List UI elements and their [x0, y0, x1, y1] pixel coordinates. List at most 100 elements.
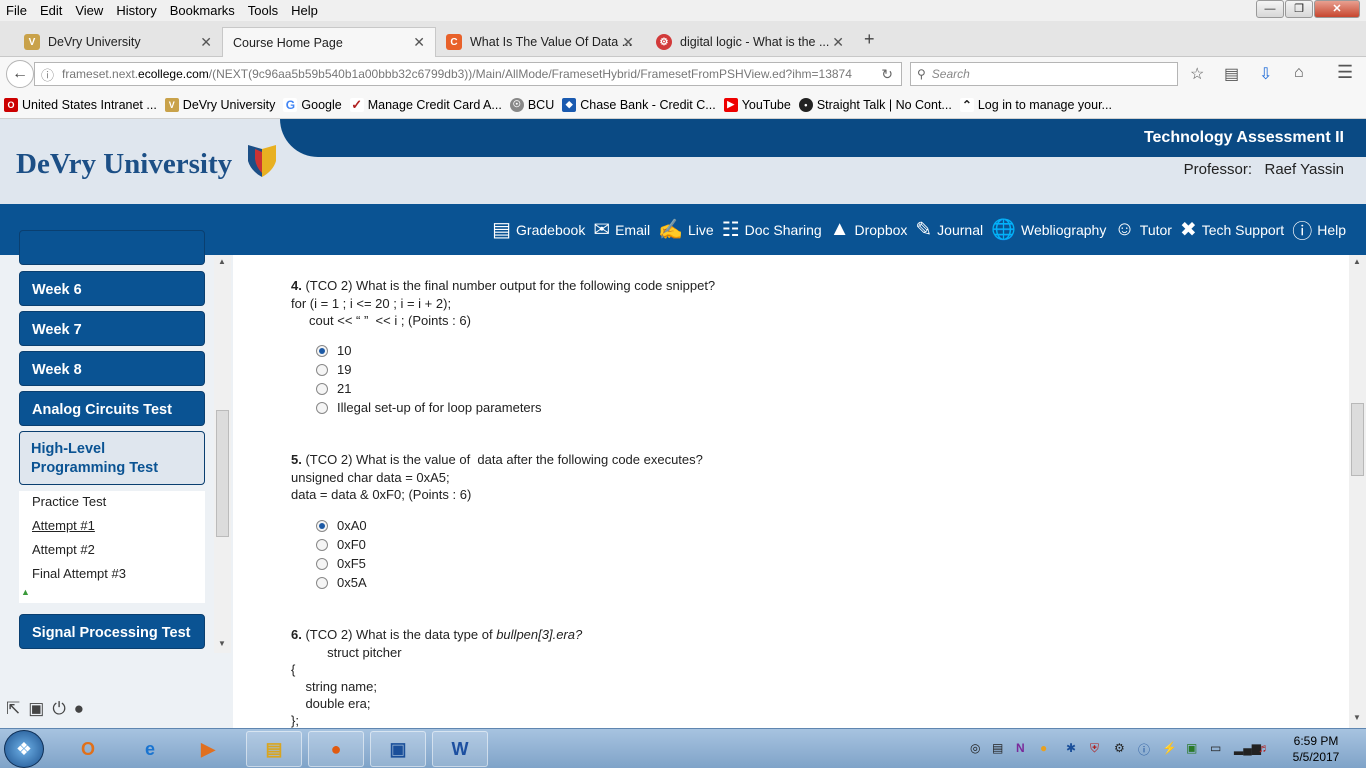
- menu-history[interactable]: History: [116, 3, 156, 18]
- menu-help[interactable]: Help: [291, 3, 318, 18]
- q4-option-1[interactable]: 10: [316, 343, 351, 358]
- radio-button[interactable]: [316, 557, 328, 570]
- expand-icon[interactable]: ⇱: [6, 699, 20, 719]
- bookmark-straight-talk[interactable]: • Straight Talk | No Cont...: [798, 97, 952, 112]
- sublist-final-attempt-3[interactable]: Final Attempt #3: [32, 566, 126, 581]
- tray-info-icon[interactable]: ⓘ: [1138, 741, 1150, 758]
- nav-journal[interactable]: ✎ Journal: [915, 217, 983, 242]
- bookmark-credit-card[interactable]: ✓ Manage Credit Card A...: [349, 97, 502, 112]
- minimize-button[interactable]: —: [1256, 0, 1284, 18]
- scroll-down-icon[interactable]: ▼: [1353, 713, 1361, 722]
- tab-value-of-data[interactable]: C What Is The Value Of Data ... ✕: [436, 27, 644, 57]
- radio-button-selected[interactable]: [316, 344, 328, 357]
- close-tab-icon[interactable]: ✕: [413, 34, 425, 51]
- back-button[interactable]: ←: [6, 60, 34, 88]
- nav-webliography[interactable]: 🌐 Webliography: [991, 217, 1106, 242]
- nav-tutor[interactable]: ☺ Tutor: [1114, 218, 1172, 241]
- sidebar-item-week-8[interactable]: Week 8: [19, 351, 205, 386]
- outlook-icon[interactable]: O: [60, 731, 116, 767]
- nav-tech-support[interactable]: ✖ Tech Support: [1180, 217, 1284, 242]
- tab-digital-logic[interactable]: ⚙ digital logic - What is the ... ✕: [646, 27, 854, 57]
- tray-app-icon[interactable]: ▣: [1186, 741, 1197, 755]
- menu-tools[interactable]: Tools: [248, 3, 278, 18]
- nav-email[interactable]: ✉ Email: [593, 217, 650, 242]
- radio-button[interactable]: [316, 576, 328, 589]
- tray-chrome-icon[interactable]: ◎: [970, 741, 980, 755]
- tab-devry[interactable]: V DeVry University ✕: [14, 27, 222, 57]
- info-icon[interactable]: ⓘ: [41, 65, 54, 84]
- bookmark-intranet[interactable]: O United States Intranet ...: [4, 97, 157, 112]
- reading-list-icon[interactable]: ▤: [1224, 64, 1239, 84]
- internet-explorer-icon[interactable]: e: [122, 731, 178, 767]
- home-icon[interactable]: ⌂: [1294, 64, 1304, 82]
- menu-file[interactable]: File: [6, 3, 27, 18]
- word-icon[interactable]: W: [432, 731, 488, 767]
- bookmark-star-icon[interactable]: ☆: [1190, 64, 1204, 84]
- tray-bluetooth-icon[interactable]: ✱: [1066, 741, 1076, 755]
- collapse-arrow-icon[interactable]: ▲: [21, 587, 30, 597]
- sidebar-item-analog-circuits-test[interactable]: Analog Circuits Test: [19, 391, 205, 426]
- new-tab-icon[interactable]: +: [864, 29, 875, 50]
- radio-button[interactable]: [316, 363, 328, 376]
- tray-onenote-icon[interactable]: N: [1016, 741, 1025, 755]
- nav-help[interactable]: ⓘ Help: [1292, 215, 1346, 244]
- q5-option-3[interactable]: 0xF5: [316, 556, 366, 571]
- devry-logo[interactable]: DeVry University: [16, 143, 277, 181]
- tray-volume-icon[interactable]: ♬: [1258, 741, 1270, 755]
- bookmark-devry[interactable]: V DeVry University: [164, 97, 275, 112]
- nav-dropbox[interactable]: ▲ Dropbox: [830, 218, 908, 241]
- sidebar-item-high-level-programming-test[interactable]: High-Level Programming Test: [19, 431, 205, 485]
- download-icon[interactable]: ⇩: [1259, 64, 1272, 84]
- close-tab-icon[interactable]: ✕: [200, 34, 212, 51]
- bookmark-chase[interactable]: ◆ Chase Bank - Credit C...: [562, 97, 716, 112]
- bookmark-google[interactable]: G Google: [283, 97, 342, 112]
- sidebar-item-previous[interactable]: [19, 230, 205, 265]
- nav-live[interactable]: ✍ Live: [658, 217, 714, 242]
- menu-edit[interactable]: Edit: [40, 3, 62, 18]
- search-input[interactable]: ⚲ Search: [910, 62, 1178, 86]
- sidebar-scroll-thumb[interactable]: [216, 410, 229, 537]
- close-tab-icon[interactable]: ✕: [832, 34, 844, 51]
- tray-network-icon[interactable]: ⚙: [1114, 741, 1125, 755]
- radio-button[interactable]: [316, 538, 328, 551]
- media-player-icon[interactable]: ▶: [180, 731, 236, 767]
- scroll-up-icon[interactable]: ▲: [1353, 257, 1361, 266]
- menu-view[interactable]: View: [75, 3, 103, 18]
- tray-clipboard-icon[interactable]: ▤: [992, 741, 1003, 755]
- radio-button[interactable]: [316, 382, 328, 395]
- tray-monitor-icon[interactable]: ▭: [1210, 741, 1221, 755]
- q4-option-3[interactable]: 21: [316, 381, 351, 396]
- close-tab-icon[interactable]: ✕: [622, 34, 634, 51]
- sidebar-item-signal-processing-test[interactable]: Signal Processing Test: [19, 614, 205, 649]
- system-clock[interactable]: 6:59 PM 5/5/2017: [1280, 733, 1352, 765]
- tray-power-icon[interactable]: ⚡: [1162, 741, 1177, 755]
- bookmark-bcu[interactable]: ☉ BCU: [509, 97, 554, 112]
- close-window-button[interactable]: ✕: [1314, 0, 1360, 18]
- file-explorer-icon[interactable]: ▤: [246, 731, 302, 767]
- user-icon[interactable]: ●: [74, 699, 84, 719]
- sublist-attempt-2[interactable]: Attempt #2: [32, 542, 95, 557]
- content-scrollbar[interactable]: ▲ ▼: [1349, 255, 1366, 728]
- maximize-button[interactable]: ❐: [1285, 0, 1313, 18]
- q5-option-1[interactable]: 0xA0: [316, 518, 367, 533]
- radio-button[interactable]: [316, 401, 328, 414]
- nav-gradebook[interactable]: ▤ Gradebook: [492, 217, 585, 242]
- radio-button-selected[interactable]: [316, 519, 328, 532]
- hamburger-menu-icon[interactable]: ☰: [1337, 62, 1353, 83]
- power-icon[interactable]: ⏻: [52, 699, 65, 719]
- reload-icon[interactable]: ↻: [881, 66, 893, 83]
- sublist-practice-test[interactable]: Practice Test: [32, 494, 106, 509]
- bookmark-youtube[interactable]: ▶ YouTube: [723, 97, 791, 112]
- q4-option-2[interactable]: 19: [316, 362, 351, 377]
- tray-signal-icon[interactable]: ▂▄▆: [1234, 741, 1261, 755]
- scroll-up-icon[interactable]: ▲: [218, 257, 226, 266]
- bookmark-login[interactable]: ⌃ Log in to manage your...: [959, 97, 1112, 112]
- scroll-down-icon[interactable]: ▼: [218, 639, 226, 648]
- content-scroll-thumb[interactable]: [1351, 403, 1364, 476]
- q5-option-2[interactable]: 0xF0: [316, 537, 366, 552]
- url-bar[interactable]: ⓘ frameset.next.ecollege.com/(NEXT(9c96a…: [34, 62, 902, 86]
- tray-shield-icon[interactable]: ⛨: [1090, 741, 1099, 756]
- q4-option-4[interactable]: Illegal set-up of for loop parameters: [316, 400, 542, 415]
- sublist-attempt-1[interactable]: Attempt #1: [32, 518, 95, 533]
- start-button[interactable]: ❖: [4, 730, 44, 768]
